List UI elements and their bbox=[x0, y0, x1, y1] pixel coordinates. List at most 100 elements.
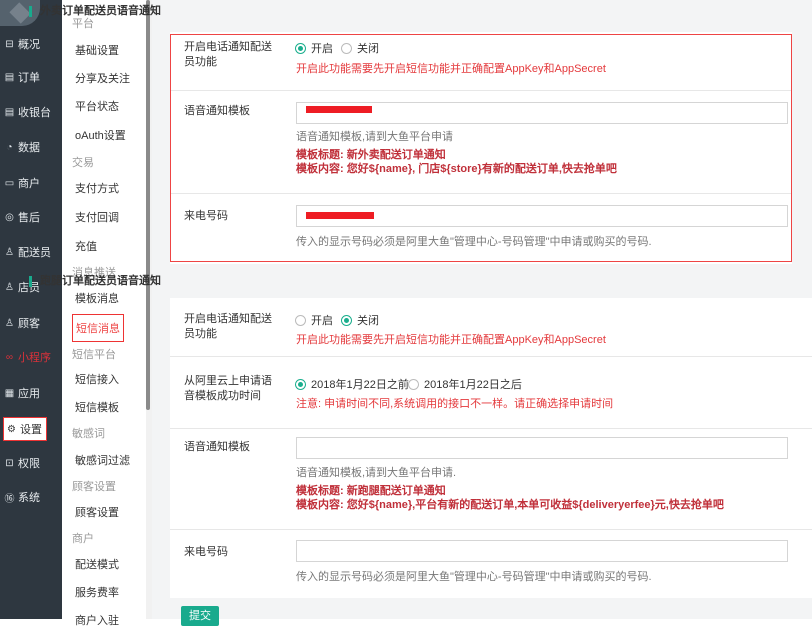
errand-template-content: 模板内容: 您好${name},平台有新的配送订单,本单可收益${deliver… bbox=[296, 499, 724, 511]
clerk-icon: ♙ bbox=[5, 281, 14, 293]
submit-button[interactable]: 提交 bbox=[181, 606, 219, 626]
subnav-tpl-msg[interactable]: 模板消息 bbox=[75, 290, 119, 306]
subnav-merchant-entry[interactable]: 商户入驻 bbox=[75, 612, 119, 628]
errand-caller-input[interactable] bbox=[296, 540, 788, 562]
dashboard-icon: ⊟ bbox=[5, 38, 14, 50]
radio-label: 2018年1月22日之后 bbox=[424, 379, 522, 391]
errand-apply-row: 从阿里云上申请语音模板成功时间 2018年1月22日之前 2018年1月22日之… bbox=[170, 356, 812, 429]
takeaway-enable-hint: 开启此功能需要先开启短信功能并正确配置AppKey和AppSecret bbox=[296, 63, 606, 75]
radio-label: 2018年1月22日之前 bbox=[311, 379, 409, 391]
subnav-filter[interactable]: 敏感词过滤 bbox=[75, 452, 130, 468]
nav-permission[interactable]: ⊡ 权限 bbox=[0, 447, 62, 479]
nav-settings[interactable]: ⚙ 设置 bbox=[3, 417, 47, 441]
group-trade: 交易 bbox=[72, 157, 94, 169]
nav-label: 应用 bbox=[18, 388, 40, 400]
nav-label: 设置 bbox=[20, 424, 42, 436]
nav-merchant[interactable]: ▭ 商户 bbox=[0, 167, 62, 199]
subnav-scrollbar[interactable] bbox=[146, 0, 150, 410]
nav-overview[interactable]: ⊟ 概况 bbox=[0, 28, 62, 60]
nav-label: 概况 bbox=[18, 39, 40, 51]
radio-label: 开启 bbox=[311, 315, 333, 327]
nav-label: 小程序 bbox=[18, 352, 51, 364]
nav-label: 订单 bbox=[18, 72, 40, 84]
errand-apply-hint: 注意: 申请时间不同,系统调用的接口不一样。请正确选择申请时间 bbox=[296, 398, 614, 410]
subnav-share[interactable]: 分享及关注 bbox=[75, 70, 130, 86]
radio-checked-icon bbox=[341, 314, 352, 326]
nav-label: 收银台 bbox=[18, 107, 51, 119]
section-title-takeaway: 外卖订单配送员语音通知 bbox=[29, 6, 161, 17]
takeaway-caller-row: 来电号码 传入的显示号码必须是阿里大鱼"管理中心-号码管理"中申请或购买的号码. bbox=[170, 193, 792, 263]
group-customer: 顾客设置 bbox=[72, 481, 116, 493]
subnav-delivery[interactable]: 配送模式 bbox=[75, 556, 119, 572]
nav-label: 配送员 bbox=[18, 247, 51, 259]
subnav-customer-set[interactable]: 顾客设置 bbox=[75, 504, 119, 520]
apps-icon: ▦ bbox=[4, 387, 15, 399]
takeaway-template-row: 语音通知模板 语音通知模板,请到大鱼平台申请 模板标题: 新外卖配送订单通知 模… bbox=[170, 90, 792, 194]
nav-customer[interactable]: ♙ 顾客 bbox=[0, 307, 62, 339]
errand-template-title: 模板标题: 新跑腿配送订单通知 bbox=[296, 485, 446, 497]
miniapp-icon: ∞ bbox=[5, 351, 14, 363]
errand-enable-hint: 开启此功能需要先开启短信功能并正确配置AppKey和AppSecret bbox=[296, 334, 606, 346]
errand-template-input[interactable] bbox=[296, 437, 788, 459]
takeaway-template-content: 模板内容: 您好${name}, 门店${store}有新的配送订单,快去抢单吧 bbox=[296, 163, 617, 175]
radio-label: 关闭 bbox=[357, 315, 379, 327]
radio-label: 关闭 bbox=[357, 43, 379, 55]
subnav-sms-tpl[interactable]: 短信模板 bbox=[75, 399, 119, 415]
errand-enable-on[interactable]: 开启 bbox=[295, 312, 333, 328]
nav-apps[interactable]: ▦ 应用 bbox=[0, 377, 62, 409]
nav-label: 商户 bbox=[18, 178, 40, 190]
errand-template-row: 语音通知模板 语音通知模板,请到大鱼平台申请. 模板标题: 新跑腿配送订单通知 … bbox=[170, 428, 812, 530]
takeaway-enable-off[interactable]: 关闭 bbox=[341, 40, 379, 56]
nav-courier[interactable]: ♙ 配送员 bbox=[0, 236, 62, 268]
nav-orders[interactable]: ▤ 订单 bbox=[0, 61, 62, 93]
apply-before-radio[interactable]: 2018年1月22日之前 bbox=[295, 376, 409, 392]
radio-label: 开启 bbox=[311, 43, 333, 55]
redacted-value bbox=[306, 212, 374, 219]
subnav-recharge[interactable]: 充值 bbox=[75, 238, 97, 254]
nav-label: 权限 bbox=[18, 458, 40, 470]
field-label: 从阿里云上申请语音模板成功时间 bbox=[184, 375, 272, 402]
data-icon: ◔ bbox=[6, 141, 13, 153]
apply-after-radio[interactable]: 2018年1月22日之后 bbox=[408, 376, 522, 392]
takeaway-enable-on[interactable]: 开启 bbox=[295, 40, 333, 56]
nav-label: 顾客 bbox=[18, 318, 40, 330]
subnav-service-fee[interactable]: 服务费率 bbox=[75, 584, 119, 600]
subnav-sms-msg[interactable]: 短信消息 bbox=[72, 314, 124, 342]
errand-enable-row: 开启电话通知配送员功能 开启 关闭 开启此功能需要先开启短信功能并正确配置App… bbox=[170, 298, 812, 357]
nav-label: 数据 bbox=[18, 142, 40, 154]
nav-aftersale[interactable]: ◎ 售后 bbox=[0, 201, 62, 233]
nav-system[interactable]: ⑯ 系统 bbox=[0, 481, 62, 513]
radio-unchecked-icon bbox=[408, 378, 419, 390]
errand-caller-hint: 传入的显示号码必须是阿里大鱼"管理中心-号码管理"中申请或购买的号码. bbox=[296, 571, 652, 583]
subnav-basic[interactable]: 基础设置 bbox=[75, 42, 119, 58]
radio-checked-icon bbox=[295, 42, 306, 54]
redacted-value bbox=[306, 106, 372, 113]
radio-checked-icon bbox=[295, 378, 306, 390]
nav-label: 售后 bbox=[18, 212, 40, 224]
main-sidebar: ⊟ 概况 ▤ 订单 ▤ 收银台 ◔ 数据 ▭ 商户 ◎ 售后 ♙ 配送员 ♙ 店员 ♙ 顾客 ∞ 小… bbox=[0, 0, 62, 619]
aftersale-icon: ◎ bbox=[5, 211, 14, 223]
subnav-sms-access[interactable]: 短信接入 bbox=[75, 371, 119, 387]
nav-miniapp[interactable]: ∞ 小程序 bbox=[0, 341, 62, 373]
errand-caller-row: 来电号码 传入的显示号码必须是阿里大鱼"管理中心-号码管理"中申请或购买的号码. bbox=[170, 529, 812, 598]
group-merchant: 商户 bbox=[72, 533, 94, 545]
group-platform: 平台 bbox=[72, 18, 94, 30]
field-label: 开启电话通知配送员功能 bbox=[184, 313, 272, 340]
subnav-callback[interactable]: 支付回调 bbox=[75, 209, 119, 225]
field-label: 语音通知模板 bbox=[184, 441, 250, 453]
errand-enable-off[interactable]: 关闭 bbox=[341, 312, 379, 328]
permission-icon: ⊡ bbox=[5, 457, 14, 469]
courier-icon: ♙ bbox=[5, 246, 14, 258]
cashier-icon: ▤ bbox=[4, 106, 15, 118]
order-icon: ▤ bbox=[4, 71, 15, 83]
field-label: 开启电话通知配送员功能 bbox=[184, 41, 272, 68]
subnav-oauth[interactable]: oAuth设置 bbox=[75, 127, 126, 143]
subnav-pay[interactable]: 支付方式 bbox=[75, 180, 119, 196]
takeaway-template-hint: 语音通知模板,请到大鱼平台申请 bbox=[296, 131, 454, 143]
nav-cashier[interactable]: ▤ 收银台 bbox=[0, 96, 62, 128]
field-label: 来电号码 bbox=[184, 546, 228, 558]
customer-icon: ♙ bbox=[5, 317, 14, 329]
radio-unchecked-icon bbox=[341, 42, 352, 54]
nav-data[interactable]: ◔ 数据 bbox=[0, 131, 62, 163]
subnav-status[interactable]: 平台状态 bbox=[75, 98, 119, 114]
